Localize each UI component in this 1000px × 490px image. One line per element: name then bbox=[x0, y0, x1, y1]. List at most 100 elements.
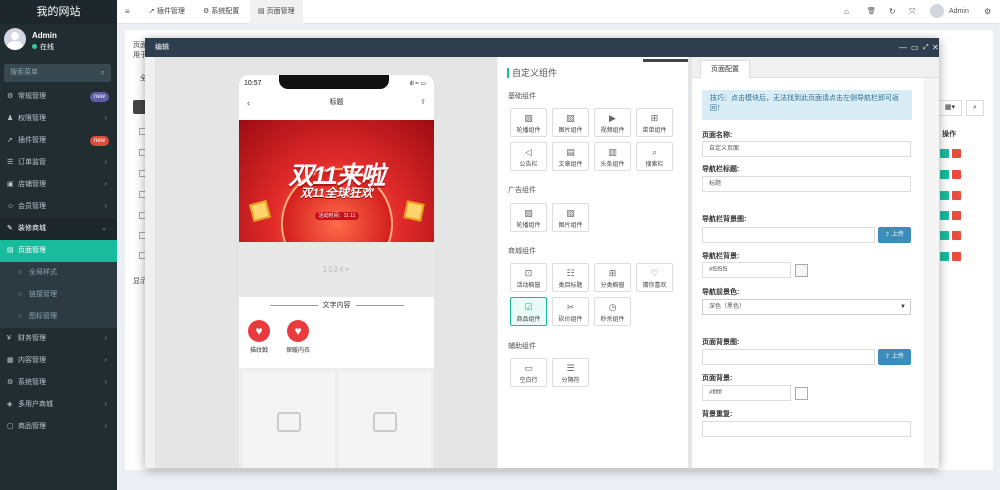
page-bg-upload-button[interactable]: ⇪ 上传 bbox=[878, 349, 911, 365]
edit-icon[interactable] bbox=[940, 170, 949, 179]
component-image[interactable]: ▧ 图片组件 bbox=[552, 108, 589, 137]
component-activity-window[interactable]: ⊡ 活动橱窗 bbox=[510, 263, 547, 292]
component-article[interactable]: ▤ 文章组件 bbox=[552, 142, 589, 171]
nav-bg-color-swatch[interactable] bbox=[795, 264, 808, 277]
component-category-title[interactable]: ☷ 类目标题 bbox=[552, 263, 589, 292]
banner-image[interactable]: 双11来啦 双11全球狂欢 活动时间：11.11 bbox=[239, 120, 434, 242]
phone-navbar[interactable]: ‹ 标题 ⇪ bbox=[239, 94, 434, 112]
sidebar-item-icons[interactable]: ○ 图标管理 bbox=[0, 306, 117, 328]
brand-title[interactable]: 我的网站 bbox=[0, 0, 117, 24]
tab-page-config[interactable]: 页面配置 bbox=[700, 60, 750, 78]
sidebar-item-system[interactable]: ⚙ 系统管理 ‹ bbox=[0, 372, 117, 394]
minimize-icon[interactable]: — bbox=[899, 38, 907, 57]
sidebar-item-global-style[interactable]: ○ 全局样式 bbox=[0, 262, 117, 284]
refresh-icon[interactable]: ↻ bbox=[889, 0, 896, 24]
home-icon[interactable]: ⌂ bbox=[844, 0, 849, 24]
tab-system-config[interactable]: ⚙ 系统配置 bbox=[197, 0, 245, 24]
fullscreen-icon[interactable]: ⤧ bbox=[909, 0, 915, 24]
sidebar-item-permissions[interactable]: ♟ 权限管理 ‹ bbox=[0, 108, 117, 130]
product-card[interactable] bbox=[339, 372, 431, 468]
page-bg-color-input[interactable]: #ffffff bbox=[702, 385, 791, 401]
tip-alert: 技巧：点击模块后，无法找到此页面请点击左侧导航栏即可返回！ bbox=[702, 90, 912, 120]
component-blank-row[interactable]: ▭ 空白行 bbox=[510, 358, 547, 387]
delete-icon[interactable] bbox=[952, 170, 961, 179]
nav-bg-color-input[interactable]: #f5f5f5 bbox=[702, 262, 791, 278]
component-ad-image[interactable]: ▧ 图片组件 bbox=[552, 203, 589, 232]
back-icon[interactable]: ‹ bbox=[247, 94, 250, 112]
page-bg-color-swatch[interactable] bbox=[795, 387, 808, 400]
nav-fg-select[interactable]: 深色（黑色） ▼ bbox=[702, 299, 911, 315]
page-name-input[interactable]: 自定义页面 bbox=[702, 141, 911, 157]
image-placeholder[interactable]: 1024× bbox=[239, 242, 434, 297]
sidebar-item-finance[interactable]: ¥ 财务管理 ‹ bbox=[0, 328, 117, 350]
bg-search-button[interactable]: ⌕ bbox=[966, 100, 984, 116]
component-separator[interactable]: ☰ 分隔符 bbox=[552, 358, 589, 387]
sidebar-item-links[interactable]: ○ 链接管理 bbox=[0, 284, 117, 306]
maximize-icon[interactable]: ⤢ bbox=[923, 38, 929, 57]
close-icon[interactable]: ✕ bbox=[932, 38, 939, 57]
bg-columns-button[interactable]: ▦▾ bbox=[938, 100, 962, 116]
product-card[interactable] bbox=[243, 372, 335, 468]
sidebar-item-content[interactable]: ▦ 内容管理 ‹ bbox=[0, 350, 117, 372]
sidebar-item-stores[interactable]: ▣ 店铺管理 ‹ bbox=[0, 174, 117, 196]
sidebar-item-plugins[interactable]: ➚ 插件管理 new bbox=[0, 130, 117, 152]
settings-icon[interactable]: ⚙ bbox=[984, 0, 991, 24]
sidebar-item-general[interactable]: ⚙ 常规管理 new bbox=[0, 86, 117, 108]
text-section[interactable]: 文字内容 bbox=[239, 297, 434, 315]
delete-icon[interactable] bbox=[952, 149, 961, 158]
component-flash-sale[interactable]: ◷ 秒杀组件 bbox=[594, 297, 631, 326]
modal-header[interactable]: 编辑 — ▭ ⤢ ✕ bbox=[145, 38, 939, 57]
hamburger-menu-icon[interactable]: ≡ bbox=[125, 0, 130, 24]
restore-icon[interactable]: ▭ bbox=[911, 38, 919, 57]
component-search[interactable]: ⌕ 搜索栏 bbox=[636, 142, 673, 171]
upload-icon: ⇪ bbox=[885, 354, 891, 360]
component-product[interactable]: ☑ 商品组件 bbox=[510, 297, 547, 326]
component-ad-carousel[interactable]: ▨ 轮播组件 bbox=[510, 203, 547, 232]
nav-bg-image-input[interactable] bbox=[702, 227, 875, 243]
edit-icon[interactable] bbox=[940, 191, 949, 200]
nav-bg-upload-button[interactable]: ⇪ 上传 bbox=[878, 227, 911, 243]
sidebar-item-members[interactable]: ☺ 会员管理 ‹ bbox=[0, 196, 117, 218]
menu-icon-item[interactable]: ♥ 保暖内衣 bbox=[278, 320, 318, 354]
delete-icon[interactable] bbox=[952, 211, 961, 220]
share-icon[interactable]: ⇪ bbox=[420, 94, 426, 112]
sidebar-item-orders[interactable]: ☰ 订单监管 ‹ bbox=[0, 152, 117, 174]
component-menu[interactable]: ⊞ 菜单组件 bbox=[636, 108, 673, 137]
money-icon: ¥ bbox=[7, 335, 11, 342]
video-icon: ▶ bbox=[609, 113, 616, 123]
sidebar-item-multi-mall[interactable]: ◈ 多用户商城 ‹ bbox=[0, 394, 117, 416]
edit-icon[interactable] bbox=[940, 231, 949, 240]
component-carousel[interactable]: ▨ 轮播组件 bbox=[510, 108, 547, 137]
sidebar-item-pages[interactable]: ▤ 页面管理 bbox=[0, 240, 117, 262]
bg-repeat-input[interactable] bbox=[702, 421, 911, 437]
edit-icon[interactable] bbox=[940, 252, 949, 261]
sidebar-item-products[interactable]: ▢ 商品管理 ‹ bbox=[0, 416, 117, 438]
signal-battery-icon: ıll ≈ ▭ bbox=[409, 81, 426, 87]
category-icon: ☷ bbox=[566, 268, 575, 278]
delete-icon[interactable] bbox=[952, 191, 961, 200]
component-notice[interactable]: ◁ 公告栏 bbox=[510, 142, 547, 171]
search-icon[interactable]: ⌕ bbox=[101, 64, 105, 82]
palette-title: 自定义组件 bbox=[498, 65, 688, 81]
admin-menu[interactable]: Admin bbox=[930, 4, 969, 20]
component-headline[interactable]: ▥ 头条组件 bbox=[594, 142, 631, 171]
component-bargain[interactable]: ✂ 砍价组件 bbox=[552, 297, 589, 326]
config-scrollbar[interactable] bbox=[925, 78, 939, 468]
component-video[interactable]: ▶ 视频组件 bbox=[594, 108, 631, 137]
delete-icon[interactable] bbox=[952, 231, 961, 240]
nav-title-input[interactable]: 标题 bbox=[702, 176, 911, 192]
edit-icon[interactable] bbox=[940, 211, 949, 220]
tab-page-management[interactable]: ▤ 页面管理 bbox=[250, 0, 303, 24]
menu-icon-item[interactable]: ♥ 描纹戟 bbox=[239, 320, 279, 354]
sidebar-search-input[interactable]: 搜索菜单 ⌕ bbox=[4, 64, 111, 82]
component-category-window[interactable]: ⊞ 分类橱窗 bbox=[594, 263, 631, 292]
delete-icon[interactable] bbox=[952, 252, 961, 261]
page-bg-image-input[interactable] bbox=[702, 349, 875, 365]
tab-plugins[interactable]: ➚ 插件管理 bbox=[143, 0, 191, 24]
sidebar-item-decoration[interactable]: ✎ 装修商城 ⌄ bbox=[0, 218, 117, 240]
edit-icon[interactable] bbox=[940, 149, 949, 158]
component-label: 搜索栏 bbox=[645, 162, 664, 168]
component-recommend[interactable]: ♡ 猜你喜欢 bbox=[636, 263, 673, 292]
trash-icon[interactable]: 🗑 bbox=[867, 0, 876, 24]
online-dot-icon bbox=[32, 44, 37, 49]
